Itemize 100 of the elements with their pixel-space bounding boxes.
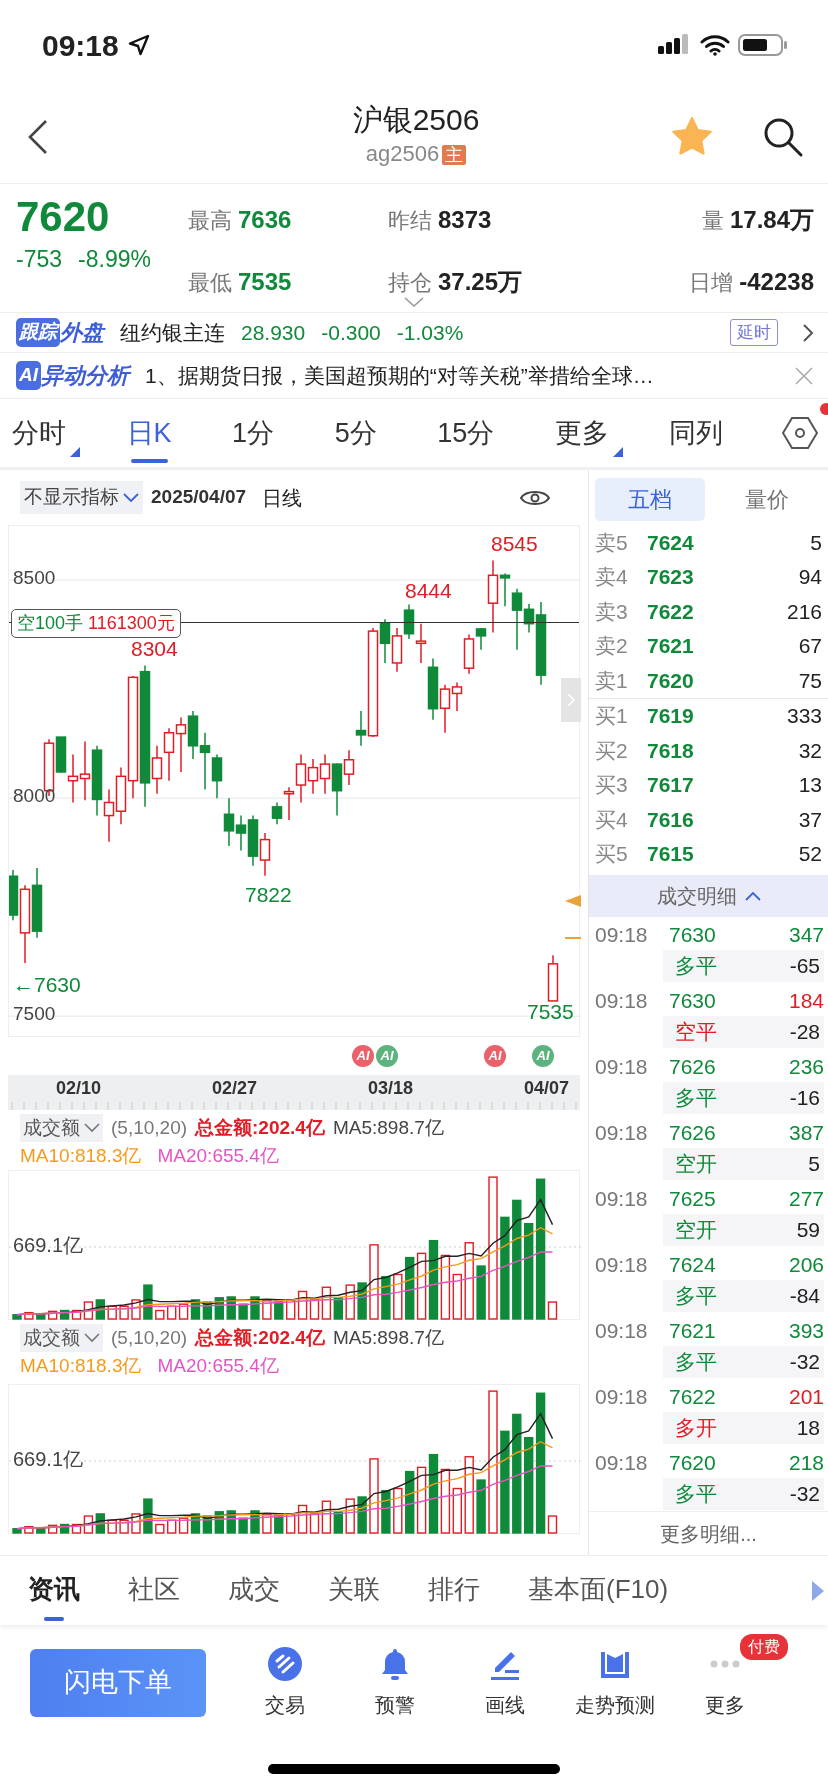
more-details-link[interactable]: 更多明细... <box>660 1518 757 1549</box>
period-tab[interactable]: 分时 <box>10 400 68 466</box>
order-level: 卖2 <box>595 633 629 659</box>
period-tab[interactable]: 更多 <box>552 400 611 466</box>
news-text[interactable]: 1、据期货日报，美国超预期的“对等关税”举措给全球… <box>145 359 654 392</box>
chevron-right-icon[interactable] <box>802 322 814 343</box>
order-level: 买4 <box>595 806 629 833</box>
caret-icon <box>84 1123 100 1133</box>
stat-label: 最低 <box>188 269 232 297</box>
position-change: 18 <box>796 1415 820 1441</box>
clock-time: 09:18 <box>42 27 119 64</box>
period-tab[interactable]: 1分 <box>230 400 277 466</box>
contract-code: ag2506 <box>365 141 440 166</box>
period-tab[interactable]: 日K <box>124 400 174 466</box>
candlestick <box>547 954 559 1002</box>
position-change: -65 <box>789 953 820 979</box>
candlestick <box>235 814 247 852</box>
position-tag: 空100手 1161300元 <box>11 609 181 638</box>
price-label: 7535 <box>527 1000 574 1024</box>
axis-label: 669.1亿 <box>13 1233 84 1257</box>
stat-label: 昨结 <box>388 207 432 235</box>
trade-volume: 206 <box>788 1251 824 1278</box>
candlestick <box>403 603 415 640</box>
trade-time: 09:18 <box>595 987 649 1014</box>
trade-time: 09:18 <box>595 921 649 948</box>
price-label: 8444 <box>405 579 452 603</box>
trade-volume: 277 <box>788 1185 824 1212</box>
order-price: 7618 <box>647 737 695 764</box>
more-icon <box>710 1659 740 1668</box>
scroll-handle[interactable] <box>561 678 581 722</box>
trade-type: 多平 <box>675 1085 717 1111</box>
price-change: -753 <box>16 245 63 274</box>
stat-value: 8373 <box>438 205 492 235</box>
trade-price: 7625 <box>669 1185 716 1212</box>
trade-volume: 218 <box>788 1449 824 1476</box>
order-level: 买5 <box>595 841 629 867</box>
dropdown-corner-icon <box>612 447 623 458</box>
order-level: 买3 <box>595 772 629 798</box>
info-tab[interactable]: 资讯 <box>28 1558 80 1623</box>
info-tab[interactable]: 基本面(F10) <box>528 1558 669 1623</box>
candlestick <box>175 716 187 773</box>
order-price: 7617 <box>647 772 695 798</box>
price-label: 7822 <box>245 883 292 907</box>
candlestick <box>391 627 403 673</box>
candlestick <box>91 745 103 817</box>
order-price: 7621 <box>647 633 695 659</box>
stat-value: 7636 <box>238 205 292 235</box>
trade-price: 7621 <box>669 1317 716 1344</box>
info-tab[interactable]: 排行 <box>428 1558 480 1623</box>
order-price: 7622 <box>647 598 695 625</box>
candlestick <box>163 727 175 782</box>
indicator-dropdown[interactable]: 成交额 <box>20 1324 103 1352</box>
stat-label: 量 <box>701 207 724 235</box>
settings-icon[interactable] <box>781 415 818 451</box>
trade-icon <box>267 1645 303 1682</box>
period-tab[interactable]: 15分 <box>435 400 497 466</box>
scroll-arrow-icon[interactable] <box>812 1581 824 1601</box>
date-label: 04/07 <box>524 1077 570 1100</box>
close-icon[interactable] <box>794 365 814 386</box>
candlestick <box>247 814 259 867</box>
depth-tab[interactable]: 五档 <box>595 478 705 521</box>
candlestick <box>199 731 211 791</box>
order-price: 7615 <box>647 841 695 867</box>
candlestick <box>211 753 223 799</box>
candlestick <box>187 710 199 760</box>
expand-chevron-icon[interactable] <box>403 296 425 308</box>
toolbar-button[interactable]: 走势预测 <box>560 1645 670 1720</box>
indicator-dropdown[interactable]: 不显示指标 <box>20 481 143 514</box>
location-arrow-icon <box>126 33 151 57</box>
trade-detail-header[interactable]: 成交明细 <box>589 875 828 917</box>
info-tab[interactable]: 关联 <box>328 1558 380 1623</box>
percent-change: -8.99% <box>78 245 151 274</box>
info-tab[interactable]: 成交 <box>228 1558 280 1623</box>
foreign-price: 28.930 <box>241 319 306 346</box>
position-change: -16 <box>789 1085 820 1111</box>
period-tab[interactable]: 5分 <box>332 400 379 466</box>
toolbar-button[interactable]: 预警 <box>340 1645 450 1720</box>
trade-type: 空开 <box>675 1217 717 1243</box>
ma5-value: MA5:898.7亿 <box>332 1326 444 1350</box>
toolbar-button[interactable]: 画线 <box>450 1645 560 1720</box>
foreign-change: -0.300 <box>321 319 381 346</box>
period-tab[interactable]: 同列 <box>667 400 726 466</box>
order-volume: 94 <box>798 564 822 590</box>
axis-label: 8500 <box>13 566 56 591</box>
trade-time: 09:18 <box>595 1119 649 1146</box>
stat-label: 日增 <box>689 269 734 297</box>
order-volume: 13 <box>798 772 822 798</box>
order-volume: 37 <box>798 806 822 833</box>
indicator-dropdown[interactable]: 成交额 <box>20 1114 103 1142</box>
order-volume: 5 <box>810 529 822 556</box>
order-price: 7619 <box>647 703 695 729</box>
trade-volume: 347 <box>788 921 824 948</box>
info-tab[interactable]: 社区 <box>128 1558 180 1623</box>
candlestick <box>307 758 319 795</box>
dropdown-corner-icon <box>70 447 80 458</box>
depth-tab[interactable]: 量价 <box>712 478 822 521</box>
wifi-icon <box>700 34 730 56</box>
toolbar-button[interactable]: 交易 <box>230 1645 340 1720</box>
trade-price: 7626 <box>669 1053 716 1080</box>
ma20-value: MA20:655.4亿 <box>157 1144 279 1168</box>
